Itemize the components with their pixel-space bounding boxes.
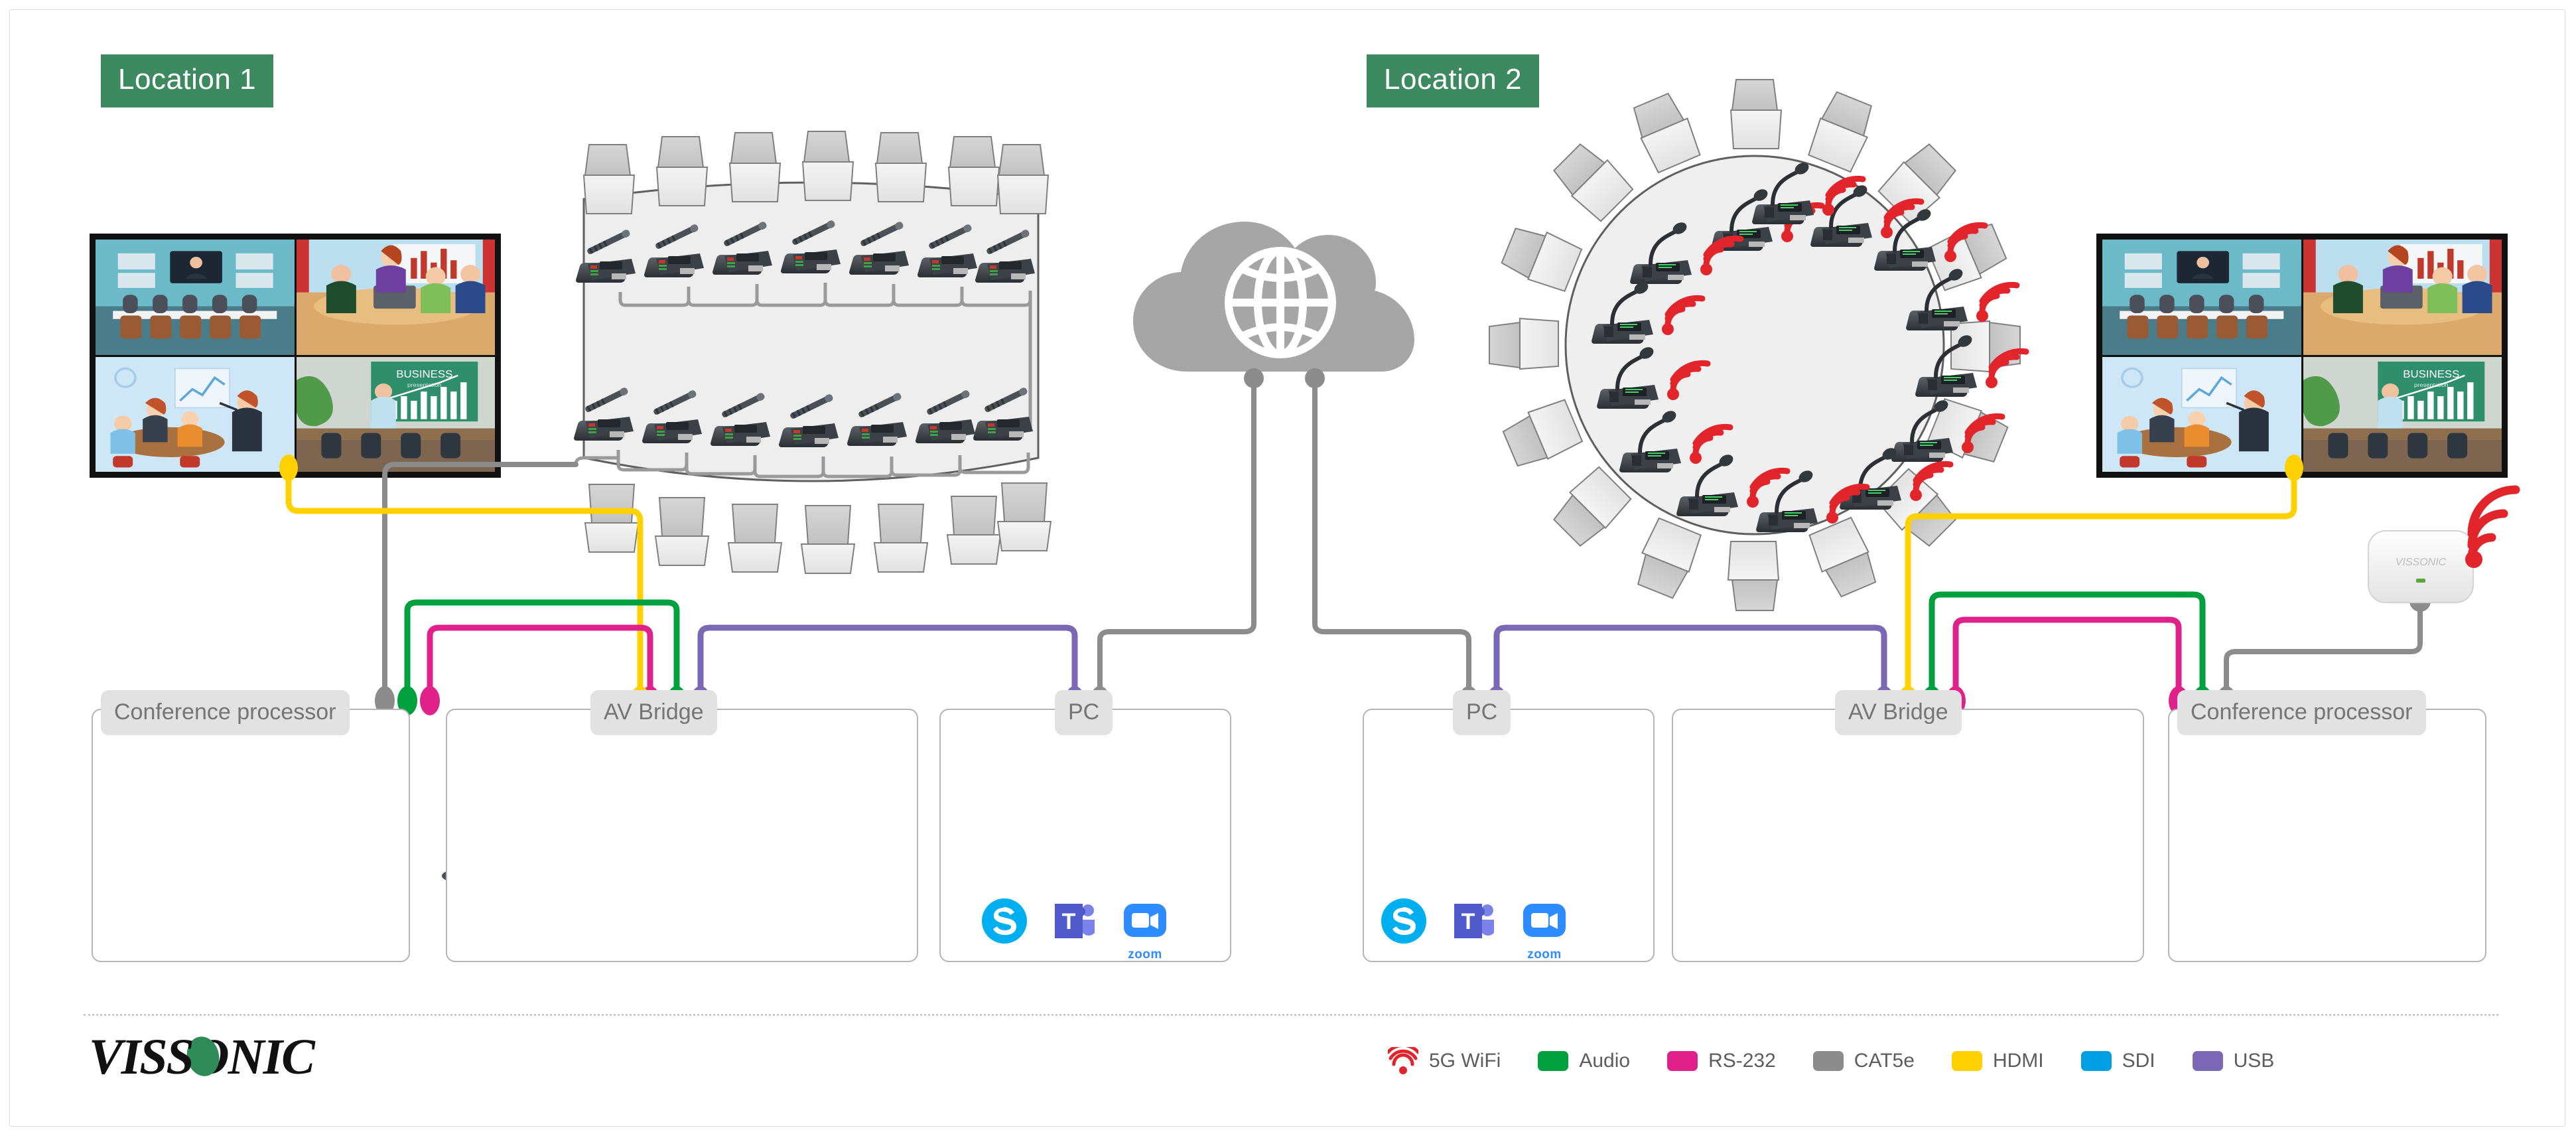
legend-label: USB xyxy=(2233,1050,2275,1072)
legend-label: RS-232 xyxy=(1708,1050,1776,1072)
svg-text:T: T xyxy=(1461,909,1475,934)
device-label-pc-left: PC xyxy=(1055,690,1113,735)
legend-label: Audio xyxy=(1579,1050,1631,1072)
teams-icon[interactable]: T xyxy=(1051,897,1099,945)
connection-graphics: VISSONIC VISSONIC VISSONIC CONFERENCE SY… xyxy=(111,79,2520,940)
cable-audio-right xyxy=(1929,591,2206,690)
legend-swatch xyxy=(1667,1051,1698,1071)
legend-swatch xyxy=(1812,1051,1844,1071)
wifi-icon xyxy=(1388,1047,1418,1074)
pc-left-app-icons: T zoom xyxy=(981,897,1169,961)
cable-cat5e-left-table xyxy=(382,462,578,693)
device-box-av-bridge-right[interactable] xyxy=(1672,709,2144,962)
legend-item-hdmi: HDMI xyxy=(1951,1050,2044,1072)
legend-label: SDI xyxy=(2122,1050,2155,1072)
zoom-icon[interactable]: zoom xyxy=(1121,897,1169,961)
globe-icon xyxy=(1225,247,1336,358)
legend-item-sdi: SDI xyxy=(2080,1050,2155,1072)
cable-usb-left xyxy=(697,624,1078,690)
teams-icon[interactable]: T xyxy=(1450,897,1498,945)
pc-right-app-icons: T zoom xyxy=(1380,897,1568,961)
zoom-label: zoom xyxy=(1527,948,1562,961)
device-label-pc-right: PC xyxy=(1453,690,1511,735)
legend-item-cat5e: CAT5e xyxy=(1812,1050,1915,1072)
wifi-icon xyxy=(2467,485,2520,562)
cable-rs232-left xyxy=(427,624,653,690)
legend-swatch xyxy=(1951,1051,1982,1071)
svg-text:VISSONIC: VISSONIC xyxy=(2396,557,2447,568)
internet-cloud xyxy=(1133,222,1414,372)
legend-item-audio: Audio xyxy=(1538,1050,1630,1072)
device-label-av-bridge-right: AV Bridge xyxy=(1835,690,1962,735)
cable-cat5e-left-pc xyxy=(1097,372,1256,690)
cable-usb-right xyxy=(1493,624,1887,690)
legend-item-rs232: RS-232 xyxy=(1667,1050,1776,1072)
location-1-chairs-bottom xyxy=(584,482,1051,574)
diagram-canvas: Location 1 Location 2 BUSINESS presentat… xyxy=(0,0,2576,1136)
vissonic-logo: VISSONIC VISS xyxy=(86,1027,418,1094)
svg-text:VISS: VISS xyxy=(89,1029,193,1085)
zoom-icon[interactable]: zoom xyxy=(1521,897,1568,961)
cable-audio-left xyxy=(404,599,680,690)
device-label-av-bridge-left: AV Bridge xyxy=(590,690,717,735)
legend-label: 5G WiFi xyxy=(1429,1050,1501,1072)
device-label-conference-processor-left: Conference processor xyxy=(101,690,350,735)
device-box-av-bridge-left[interactable] xyxy=(446,709,918,962)
wireless-access-point: VISSONIC xyxy=(2368,485,2520,603)
device-box-conference-processor-left[interactable] xyxy=(92,709,410,962)
skype-icon[interactable] xyxy=(981,897,1028,945)
legend-item-usb: USB xyxy=(2192,1050,2275,1072)
skype-icon[interactable] xyxy=(1380,897,1428,945)
legend-item-5g-wifi: 5G WiFi xyxy=(1388,1047,1501,1075)
device-label-conference-processor-right: Conference processor xyxy=(2177,690,2426,735)
svg-text:T: T xyxy=(1062,909,1076,934)
cable-hdmi-left xyxy=(285,461,644,693)
legend-swatch xyxy=(2080,1051,2112,1071)
cable-hdmi-right xyxy=(1905,461,2297,693)
zoom-label: zoom xyxy=(1128,948,1162,961)
legend-swatch xyxy=(1538,1051,1569,1071)
legend-swatch xyxy=(2192,1051,2223,1071)
cable-cat5e-right-pc xyxy=(1312,372,1471,690)
legend-label: HDMI xyxy=(1992,1050,2044,1072)
signal-legend: 5G WiFi Audio RS-232 CAT5e HDMI SDI USB xyxy=(1388,1047,2311,1075)
cable-cat5e-access-point xyxy=(2224,597,2423,690)
footer-divider xyxy=(84,1014,2498,1016)
legend-label: CAT5e xyxy=(1854,1050,1915,1072)
device-box-conference-processor-right[interactable] xyxy=(2168,709,2486,962)
wifi-icon xyxy=(1979,281,2020,314)
cable-rs232-right xyxy=(1952,616,2182,690)
